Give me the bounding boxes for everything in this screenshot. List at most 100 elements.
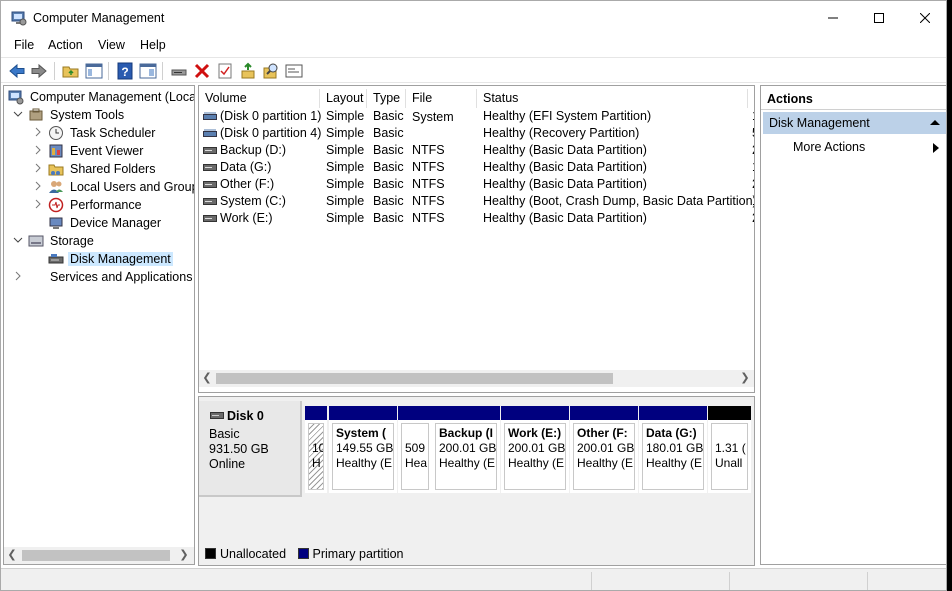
maximize-button[interactable] (856, 1, 902, 35)
cell-type: Basic (373, 126, 404, 140)
scroll-left-icon[interactable]: ❮ (201, 372, 213, 385)
title-bar: Computer Management (1, 1, 946, 35)
properties-pane-icon[interactable] (139, 62, 157, 80)
tree-label: Services and Applications (50, 270, 193, 284)
computer-management-icon (11, 11, 27, 26)
scrollbar-thumb[interactable] (216, 373, 613, 384)
partition-color-bar (432, 406, 500, 420)
search-folder-icon[interactable] (262, 62, 280, 80)
cell-capacity: 1 (752, 194, 754, 208)
collapse-up-icon[interactable] (930, 119, 940, 126)
disk-name: Disk 0 (227, 409, 264, 423)
column-layout[interactable]: Layout (320, 89, 367, 108)
minimize-icon (828, 17, 838, 19)
scroll-right-icon[interactable]: ❯ (739, 372, 751, 385)
back-arrow-icon[interactable] (8, 62, 26, 80)
more-actions-item[interactable]: More Actions (793, 140, 865, 154)
tree-horizontal-scrollbar[interactable]: ❮ ❯ (4, 547, 194, 564)
chevron-down-icon[interactable] (12, 108, 24, 120)
menu-help[interactable]: Help (140, 38, 166, 52)
partition-color-bar (398, 406, 432, 420)
partition-block[interactable]: System (149.55 GB Healthy (E (329, 406, 397, 493)
unallocated-space[interactable]: 1.31 (Unall (708, 406, 751, 493)
users-icon (49, 181, 63, 193)
cell-volume: Work (E:) (220, 211, 273, 225)
partition-block[interactable]: Work (E:) 200.01 GB Healthy (E (501, 406, 569, 493)
export-icon[interactable] (239, 62, 257, 80)
volume-horizontal-scrollbar[interactable]: ❮ ❯ (199, 370, 754, 387)
chevron-down-icon[interactable] (12, 234, 24, 246)
scroll-left-icon[interactable]: ❮ (6, 549, 18, 562)
cell-type: Basic (373, 160, 404, 174)
column-capacity[interactable]: C (748, 89, 754, 108)
drive-icon (203, 215, 217, 222)
partition-size: 200.01 GB (439, 441, 497, 455)
table-row[interactable]: Work (E:) Simple Basic NTFS Healthy (Basic D… (199, 210, 754, 227)
partition-block[interactable]: 10H (305, 406, 327, 493)
partition-block[interactable]: 509 Hea (398, 406, 432, 493)
table-row[interactable]: (Disk 0 partition 1) Simple Basic Healthy (… (199, 108, 754, 125)
status-bar (1, 568, 946, 590)
chevron-right-icon[interactable] (32, 198, 44, 210)
chevron-right-icon[interactable] (12, 270, 24, 282)
cell-status: Healthy (Basic Data Partition) (483, 160, 647, 174)
cell-type: Basic (373, 177, 404, 191)
column-volume[interactable]: Volume (199, 89, 320, 108)
scroll-right-icon[interactable]: ❯ (178, 549, 190, 562)
actions-header: Actions (761, 86, 946, 110)
cell-type: Basic (373, 109, 404, 123)
scrollbar-thumb[interactable] (22, 550, 170, 561)
chevron-right-icon[interactable] (32, 162, 44, 174)
disk-0-info[interactable]: Disk 0 Basic 931.50 GB Online (199, 401, 302, 497)
checklist-icon[interactable] (216, 62, 234, 80)
partition-status: Unall (715, 456, 743, 470)
column-file-system[interactable]: File System (406, 89, 477, 124)
column-type[interactable]: Type (367, 89, 406, 108)
connect-drive-icon[interactable] (170, 62, 188, 80)
partition-block[interactable]: Backup (I 200.01 GB Healthy (E (432, 406, 500, 493)
forward-arrow-icon[interactable] (30, 62, 48, 80)
cell-volume: System (C:) (220, 194, 286, 208)
table-row[interactable]: Other (F:) Simple Basic NTFS Healthy (Basic … (199, 176, 754, 193)
minimize-button[interactable] (810, 1, 856, 35)
cell-capacity: 1 (752, 109, 754, 123)
partition-name (312, 426, 323, 441)
navigation-tree: Computer Management (Local System Tools … (3, 85, 195, 565)
column-status[interactable]: Status (477, 89, 748, 108)
partition-block[interactable]: Data (G:) 180.01 GB Healthy (E (639, 406, 707, 493)
partition-name: Backup (I (439, 426, 494, 440)
table-row[interactable]: Backup (D:) Simple Basic NTFS Healthy (Basic… (199, 142, 754, 159)
status-segment (591, 572, 592, 590)
disk-state: Online (209, 457, 246, 471)
partition-color-bar (639, 406, 707, 420)
cell-capacity: 2 (752, 211, 754, 225)
partition-status: Healthy (E (577, 456, 634, 470)
cell-layout: Simple (326, 160, 365, 174)
chevron-right-icon[interactable] (32, 144, 44, 156)
partition-size: 200.01 GB (508, 441, 566, 455)
actions-section-disk-management[interactable]: Disk Management (763, 112, 946, 134)
menu-action[interactable]: Action (48, 38, 83, 52)
menu-file[interactable]: File (14, 38, 34, 52)
drive-icon (203, 164, 217, 171)
chevron-right-icon[interactable] (32, 126, 44, 138)
more-actions-label: More Actions (793, 140, 866, 154)
disk-map: Disk 0 Basic 931.50 GB Online 10H System … (198, 396, 755, 566)
legend-unallocated-swatch (205, 548, 216, 559)
close-icon (920, 13, 930, 23)
table-row[interactable]: System (C:) Simple Basic NTFS Healthy (Boot,… (199, 193, 754, 210)
partition-block[interactable]: Other (F: 200.01 GB Healthy (E (570, 406, 638, 493)
show-hide-tree-icon[interactable] (85, 62, 103, 80)
menu-view[interactable]: View (98, 38, 125, 52)
table-row[interactable]: (Disk 0 partition 4) Simple Basic Healthy (… (199, 125, 754, 142)
close-button[interactable] (902, 1, 946, 35)
table-row[interactable]: Data (G:) Simple Basic NTFS Healthy (Basic D… (199, 159, 754, 176)
chevron-right-icon[interactable] (32, 180, 44, 192)
up-folder-icon[interactable] (62, 62, 80, 80)
partition-status: Healthy (E (508, 456, 565, 470)
help-icon[interactable]: ? (116, 62, 134, 80)
console-icon[interactable] (285, 62, 303, 80)
delete-icon[interactable] (193, 62, 211, 80)
drive-icon (203, 181, 217, 188)
cell-layout: Simple (326, 177, 365, 191)
